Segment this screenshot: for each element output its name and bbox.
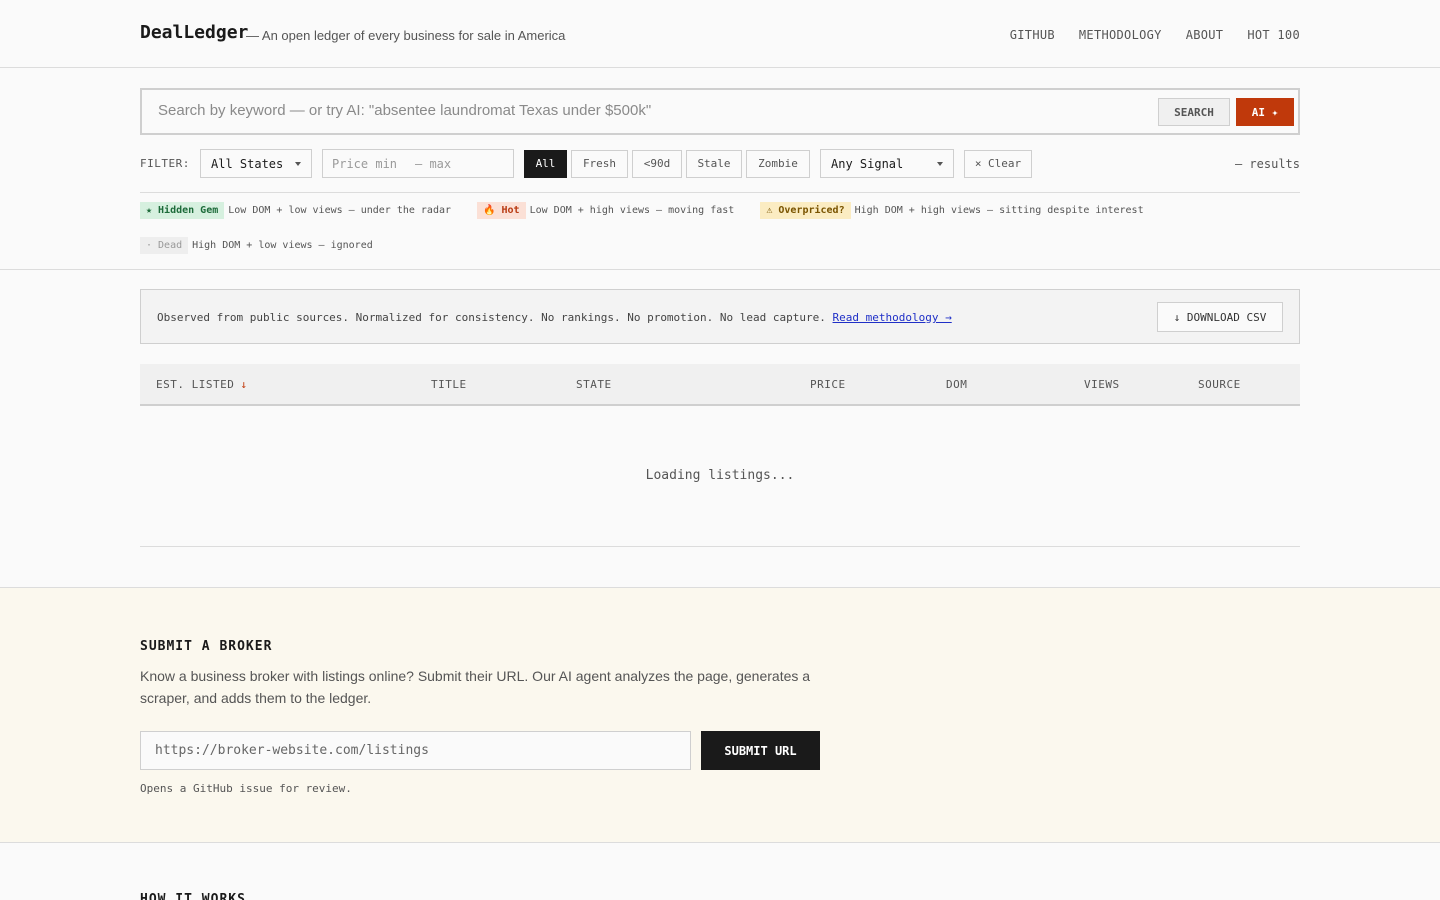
col-state[interactable]: STATE [576,378,612,391]
notice-text: Observed from public sources. Normalized… [157,311,826,324]
chip-under-90d[interactable]: <90d [632,150,682,178]
search-input[interactable] [158,102,1138,119]
col-views[interactable]: VIEWS [1084,378,1120,391]
search-button[interactable]: SEARCH [1158,98,1230,126]
state-select[interactable]: All States [200,149,312,178]
tagline: — An open ledger of every business for s… [246,28,566,43]
price-range-input[interactable]: Price min – max [322,149,514,178]
col-est-listed[interactable]: EST. LISTED ↓ [156,378,247,391]
col-label: EST. LISTED [156,378,235,391]
legend-desc: Low DOM + low views — under the radar [228,205,452,216]
disclaimer-notice: Observed from public sources. Normalized… [140,289,1300,344]
broker-url-input[interactable] [140,731,691,770]
methodology-link[interactable]: Read methodology → [833,311,952,324]
ai-search-button[interactable]: AI ✦ [1236,98,1294,126]
hidden-gem-badge: ★ Hidden Gem [140,202,225,219]
hot-badge: 🔥 Hot [477,202,526,219]
col-price[interactable]: PRICE [810,378,846,391]
col-source[interactable]: SOURCE [1198,378,1241,391]
signal-legend-row-1: ★ Hidden Gem Low DOM + low views — under … [140,202,1144,219]
divider [140,546,1300,547]
legend-hidden-gem: ★ Hidden Gem Low DOM + low views — under … [140,202,457,219]
nav-about[interactable]: ABOUT [1186,28,1224,42]
legend-desc: Low DOM + high views — moving fast [529,205,735,216]
legend-overpriced: ⚠ Overpriced? High DOM + high views — sit… [760,202,1144,219]
section-title: SUBMIT A BROKER [140,639,273,654]
brand-logo[interactable]: DealLedger [140,22,248,43]
submit-broker-section: SUBMIT A BROKER Know a business broker w… [0,587,1440,843]
section-description: Know a business broker with listings onl… [140,668,811,706]
how-it-works-title: HOW IT WORKS [140,892,246,900]
nav-hot-100[interactable]: HOT 100 [1247,28,1300,42]
main-nav: GITHUB METHODOLOGY ABOUT HOT 100 [1010,28,1300,42]
chevron-down-icon [937,162,943,166]
legend-hot: 🔥 Hot Low DOM + high views — moving fast [477,202,740,219]
top-bar: DealLedger — An open ledger of every bus… [0,0,1440,68]
divider [140,192,1300,193]
legend-dead: · Dead High DOM + low views — ignored [140,237,373,254]
price-min-field[interactable]: Price min [332,157,397,171]
listings-table-header: EST. LISTED ↓ TITLE STATE PRICE DOM VIEWS… [140,364,1300,406]
loading-message: Loading listings... [645,468,795,483]
clear-filters-button[interactable]: × Clear [964,150,1032,178]
dead-badge: · Dead [140,237,189,254]
nav-github[interactable]: GITHUB [1010,28,1055,42]
nav-methodology[interactable]: METHODOLOGY [1079,28,1162,42]
chip-all[interactable]: All [524,150,567,178]
filter-row: FILTER: All States Price min – max All F… [140,149,1300,179]
sort-desc-icon: ↓ [240,378,248,391]
col-title[interactable]: TITLE [431,378,467,391]
chip-stale[interactable]: Stale [686,150,742,178]
price-max-field[interactable]: – max [415,157,451,171]
overpriced-badge: ⚠ Overpriced? [760,202,851,219]
signal-select[interactable]: Any Signal [820,149,954,178]
legend-desc: High DOM + low views — ignored [192,240,373,251]
divider [0,269,1440,270]
state-select-value: All States [211,157,284,171]
legend-desc: High DOM + high views — sitting despite … [854,205,1144,216]
submit-note: Opens a GitHub issue for review. [140,782,352,795]
notice-text-line: Observed from public sources. Normalized… [157,311,952,324]
filter-label: FILTER: [140,157,190,170]
chip-zombie[interactable]: Zombie [746,150,810,178]
signal-legend-row-2: · Dead High DOM + low views — ignored [140,237,373,254]
signal-select-value: Any Signal [831,157,904,171]
download-csv-button[interactable]: ↓ DOWNLOAD CSV [1157,302,1283,332]
submit-url-button[interactable]: SUBMIT URL [701,731,820,770]
chip-fresh[interactable]: Fresh [571,150,628,178]
col-dom[interactable]: DOM [946,378,967,391]
chevron-down-icon [295,162,301,166]
search-box: SEARCH AI ✦ [140,88,1300,135]
results-count: — results [1234,157,1300,171]
